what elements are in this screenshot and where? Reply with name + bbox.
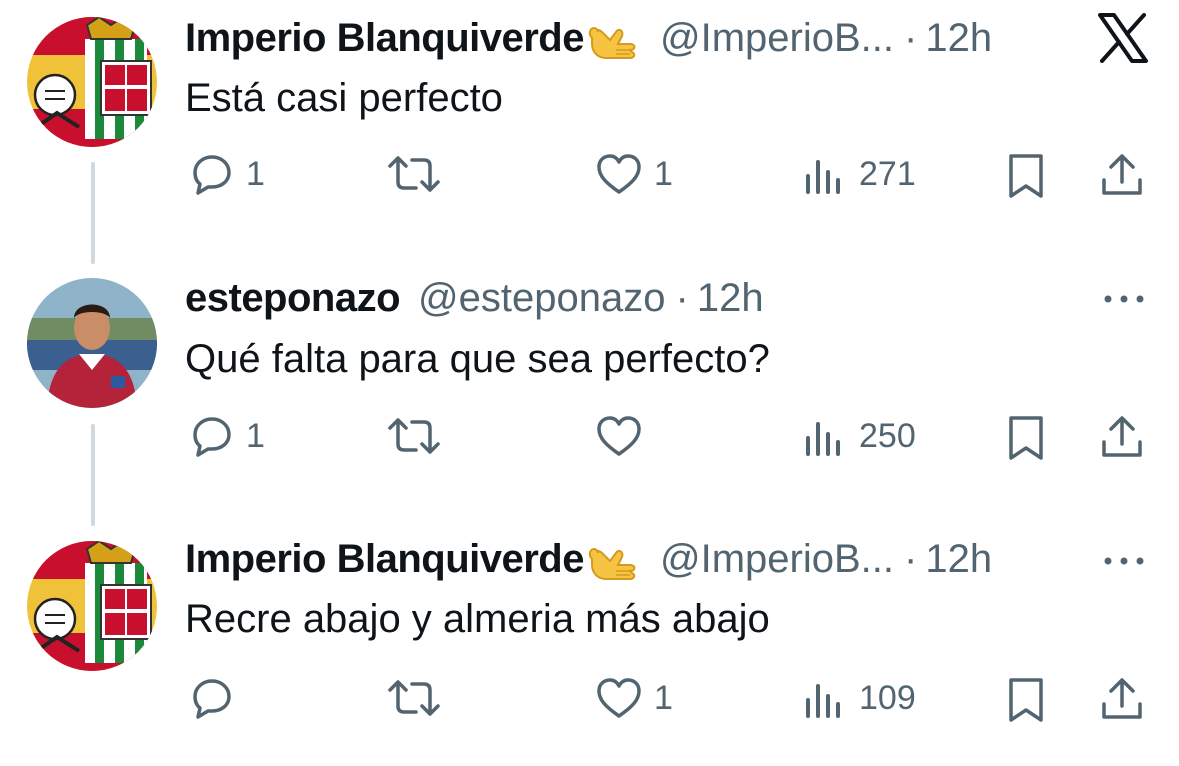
- tweet-text: Recre abajo y almeria más abajo: [185, 597, 770, 641]
- share-button[interactable]: [1100, 412, 1144, 460]
- bookmark-button[interactable]: [1006, 414, 1046, 462]
- reply-button[interactable]: [190, 676, 246, 720]
- reply-icon: [193, 155, 231, 195]
- views-count: 250: [859, 416, 916, 455]
- reply-button[interactable]: 1: [190, 414, 265, 458]
- reply-icon: [193, 417, 231, 457]
- timestamp[interactable]: 12h: [925, 534, 992, 584]
- display-name[interactable]: Imperio Blanquiverde: [185, 534, 584, 584]
- like-icon: [597, 678, 641, 718]
- retweet-icon: [388, 418, 440, 454]
- bookmark-icon: [1009, 416, 1043, 460]
- bookmark-button[interactable]: [1006, 676, 1046, 724]
- retweet-icon: [388, 156, 440, 192]
- share-icon: [1102, 678, 1142, 719]
- call-me-hand-emoji-icon: [586, 537, 642, 581]
- views-button[interactable]: 250: [803, 414, 916, 458]
- tweet-text: Está casi perfecto: [185, 76, 503, 120]
- views-button[interactable]: 109: [803, 676, 916, 720]
- tweet[interactable]: esteponazo @esteponazo · 12h Qué falta p…: [0, 260, 1179, 520]
- like-button[interactable]: [596, 414, 654, 458]
- like-button[interactable]: 1: [596, 676, 673, 720]
- bookmark-button[interactable]: [1006, 152, 1046, 200]
- share-icon: [1102, 154, 1142, 195]
- retweet-icon: [388, 680, 440, 716]
- share-button[interactable]: [1100, 674, 1144, 722]
- display-name[interactable]: esteponazo: [185, 273, 401, 323]
- like-icon: [597, 416, 641, 456]
- handle[interactable]: @esteponazo: [418, 273, 665, 323]
- like-count: 1: [654, 154, 673, 193]
- more-icon[interactable]: [1102, 292, 1146, 310]
- display-name[interactable]: Imperio Blanquiverde: [185, 13, 584, 63]
- views-icon: [806, 160, 840, 194]
- tweet[interactable]: Imperio Blanquiverde @ImperioB... · 12h …: [0, 0, 1179, 250]
- like-icon: [597, 154, 641, 194]
- call-me-hand-emoji-icon: [586, 16, 642, 60]
- handle[interactable]: @ImperioB...: [660, 534, 894, 584]
- reply-button[interactable]: 1: [190, 152, 265, 196]
- more-icon[interactable]: [1102, 554, 1146, 572]
- handle[interactable]: @ImperioB...: [660, 13, 894, 63]
- like-button[interactable]: 1: [596, 152, 673, 196]
- bookmark-icon: [1009, 154, 1043, 198]
- reply-icon: [193, 679, 231, 719]
- avatar[interactable]: [27, 541, 157, 671]
- avatar[interactable]: [27, 17, 157, 147]
- timestamp[interactable]: 12h: [697, 273, 764, 323]
- tweet-text: Qué falta para que sea perfecto?: [185, 337, 770, 381]
- tweet-header: Imperio Blanquiverde @ImperioB... · 12h: [185, 534, 992, 584]
- bookmark-icon: [1009, 678, 1043, 722]
- views-count: 271: [859, 154, 916, 193]
- separator: ·: [904, 16, 918, 60]
- separator: ·: [904, 537, 918, 581]
- views-icon: [806, 684, 840, 718]
- tweet-header: Imperio Blanquiverde @ImperioB... · 12h: [185, 13, 992, 63]
- share-button[interactable]: [1100, 150, 1144, 198]
- retweet-button[interactable]: [386, 414, 454, 458]
- reply-count: 1: [246, 416, 265, 455]
- share-icon: [1102, 416, 1142, 457]
- avatar[interactable]: [27, 278, 157, 408]
- views-icon: [806, 422, 840, 456]
- separator: ·: [675, 276, 689, 320]
- tweet[interactable]: Imperio Blanquiverde @ImperioB... · 12h …: [0, 520, 1179, 766]
- x-logo-icon[interactable]: [1097, 13, 1149, 68]
- views-count: 109: [859, 678, 916, 717]
- retweet-button[interactable]: [386, 152, 454, 196]
- like-count: 1: [654, 678, 673, 717]
- views-button[interactable]: 271: [803, 152, 916, 196]
- reply-count: 1: [246, 154, 265, 193]
- timestamp[interactable]: 12h: [925, 13, 992, 63]
- retweet-button[interactable]: [386, 676, 454, 720]
- tweet-header: esteponazo @esteponazo · 12h: [185, 273, 764, 323]
